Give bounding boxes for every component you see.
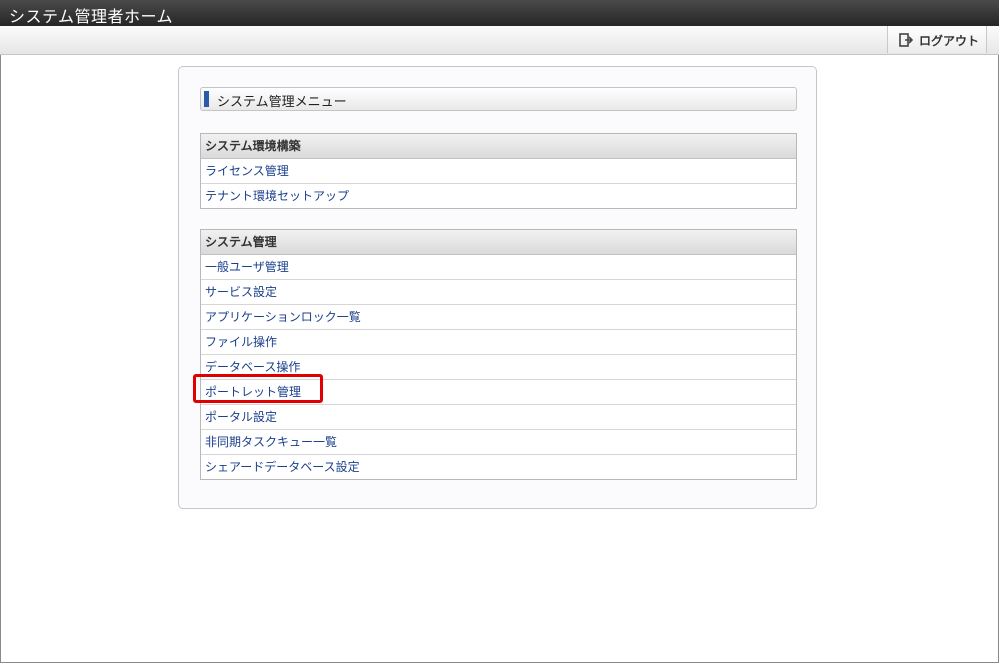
- menu-item-async-task-queue: 非同期タスクキュー一覧: [201, 430, 796, 455]
- menu-item-database-operations: データベース操作: [201, 355, 796, 380]
- menu-item-portlet-management: ポートレット管理: [201, 380, 796, 405]
- menu-item-application-locks: アプリケーションロック一覧: [201, 305, 796, 330]
- menu-item-portal-settings: ポータル設定: [201, 405, 796, 430]
- page-title: システム管理者ホーム: [9, 7, 174, 26]
- menu-link[interactable]: テナント環境セットアップ: [205, 189, 349, 203]
- logout-label: ログアウト: [919, 34, 980, 48]
- menu-item-service-settings: サービス設定: [201, 280, 796, 305]
- toolbar: ログアウト: [0, 26, 999, 55]
- menu-item-tenant-setup: テナント環境セットアップ: [201, 184, 796, 208]
- menu-link[interactable]: 非同期タスクキュー一覧: [205, 435, 337, 449]
- panel-title-text: システム管理メニュー: [217, 95, 347, 110]
- menu-link[interactable]: データベース操作: [205, 360, 300, 374]
- menu-section-environment: システム環境構築 ライセンス管理 テナント環境セットアップ: [200, 133, 797, 209]
- menu-item-license: ライセンス管理: [201, 159, 796, 184]
- menu-link[interactable]: アプリケーションロック一覧: [205, 310, 361, 324]
- menu-link[interactable]: ライセンス管理: [205, 164, 289, 178]
- menu-item-file-operations: ファイル操作: [201, 330, 796, 355]
- menu-item-shared-database: シェアードデータベース設定: [201, 455, 796, 479]
- logout-button[interactable]: ログアウト: [887, 26, 987, 53]
- system-menu-panel: システム管理メニュー システム環境構築 ライセンス管理 テナント環境セットアップ…: [178, 66, 817, 509]
- title-bar: システム管理者ホーム: [0, 0, 999, 26]
- menu-section-system: システム管理 一般ユーザ管理 サービス設定 アプリケーションロック一覧 ファイル…: [200, 229, 797, 480]
- menu-item-user-management: 一般ユーザ管理: [201, 255, 796, 280]
- menu-link[interactable]: ポートレット管理: [205, 385, 301, 399]
- panel-title: システム管理メニュー: [200, 87, 797, 111]
- menu-link[interactable]: 一般ユーザ管理: [205, 260, 289, 274]
- menu-link[interactable]: ファイル操作: [205, 335, 277, 349]
- title-accent-bar: [204, 91, 209, 107]
- section-header: システム環境構築: [201, 134, 796, 159]
- logout-icon: [899, 33, 913, 47]
- menu-link[interactable]: シェアードデータベース設定: [205, 460, 360, 474]
- section-header: システム管理: [201, 230, 796, 255]
- menu-link[interactable]: ポータル設定: [205, 410, 277, 424]
- menu-link[interactable]: サービス設定: [205, 285, 277, 299]
